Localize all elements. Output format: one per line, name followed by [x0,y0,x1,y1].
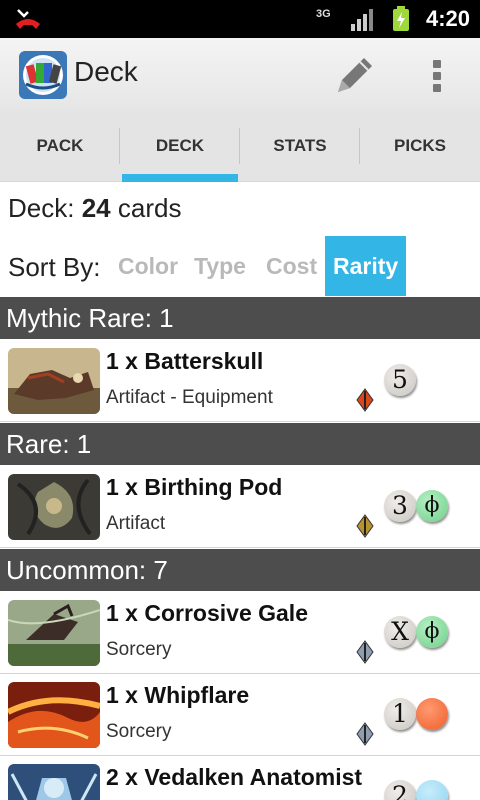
deck-count: Deck: 24 cards [8,193,181,224]
card-row[interactable]: 1 x Corrosive Gale Sorcery X ϕ [0,592,480,674]
tab-stats[interactable]: STATS [240,110,360,182]
card-art [8,474,100,540]
pencil-icon[interactable] [328,52,380,98]
tab-bar: PACK DECK STATS PICKS [0,110,480,182]
card-art [8,348,100,414]
card-art [8,764,100,800]
card-type: Sorcery [106,639,172,660]
mana-symbol: X [384,616,416,648]
card-art [8,600,100,666]
action-bar: Deck [0,38,480,110]
card-name: 1 x Batterskull [106,348,264,374]
tab-deck[interactable]: DECK [120,110,240,182]
deck-count-value: 24 [81,193,111,223]
card-name: 2 x Vedalken Anatomist [106,764,363,790]
section-header-uncommon: Uncommon: 7 [0,549,480,591]
red-mana-icon [416,698,448,730]
card-name: 1 x Corrosive Gale [106,600,308,626]
overflow-menu-icon[interactable] [420,52,456,98]
battery-charging-icon [392,6,410,37]
set-rarity-icon [356,640,374,664]
card-art [8,682,100,748]
card-row[interactable]: 1 x Whipflare Sorcery 1 [0,674,480,756]
sort-color-option[interactable]: Color [118,236,178,296]
app-icon[interactable] [18,50,68,100]
mana-symbol: 2 [384,780,416,800]
page-title: Deck [74,56,138,87]
deck-count-suffix: cards [117,193,182,223]
mana-symbol: 3 [384,490,416,522]
tab-pack[interactable]: PACK [0,110,120,182]
signal-icon [350,8,376,37]
section-header-mythic: Mythic Rare: 1 [0,297,480,339]
set-rarity-icon [356,722,374,746]
sort-type-option[interactable]: Type [194,236,246,296]
section-header-rare: Rare: 1 [0,423,480,465]
card-row[interactable]: 1 x Batterskull Artifact - Equipment 5 [0,340,480,422]
missed-call-icon [14,6,42,37]
sort-cost-option[interactable]: Cost [266,236,317,296]
sort-bar: Sort By: Color Type Cost Rarity [0,236,480,296]
set-rarity-icon [356,388,374,412]
phyrexian-mana-symbol: ϕ [416,490,448,522]
deck-count-prefix: Deck: [8,193,75,223]
card-row[interactable]: 1 x Birthing Pod Artifact 3 ϕ [0,466,480,548]
sort-rarity-option[interactable]: Rarity [325,236,407,296]
tab-picks[interactable]: PICKS [360,110,480,182]
blue-mana-icon [416,780,448,800]
phyrexian-mana-symbol: ϕ [416,616,448,648]
card-type: Sorcery [106,721,172,742]
network-type: 3G [316,8,331,20]
sort-label: Sort By: [8,252,101,282]
status-bar: 3G 4:20 [0,0,480,38]
card-row[interactable]: 2 x Vedalken Anatomist 2 [0,756,480,800]
clock: 4:20 [425,6,470,31]
card-type: Artifact - Equipment [106,387,273,408]
card-name: 1 x Birthing Pod [106,474,283,500]
mana-symbol: 1 [384,698,416,730]
card-type: Artifact [106,513,166,534]
mana-symbol: 5 [384,364,416,396]
card-name: 1 x Whipflare [106,682,250,708]
set-rarity-icon [356,514,374,538]
